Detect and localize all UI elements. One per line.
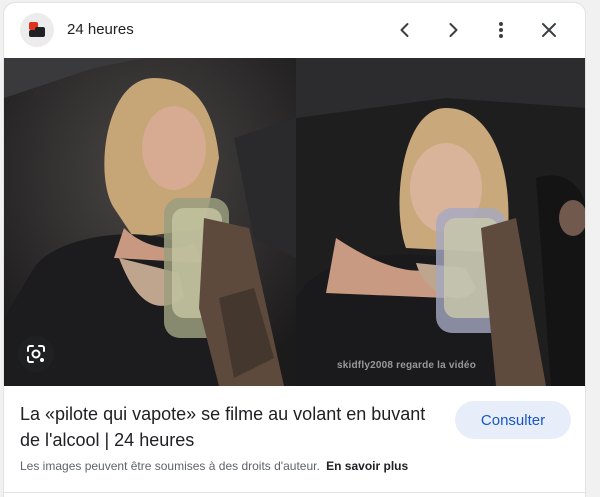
site-logo[interactable] [20,13,54,47]
learn-more-link[interactable]: En savoir plus [326,459,408,473]
visit-button[interactable]: Consulter [455,401,571,439]
copyright-text: Les images peuvent être soumises à des d… [20,459,320,473]
video-frame-right [296,58,585,386]
google-lens-icon [27,345,45,363]
preview-image[interactable]: skidfly2008 regarde la vidéo [4,58,585,386]
copyright-notice: Les images peuvent être soumises à des d… [20,459,408,473]
lens-search-button[interactable] [18,336,54,372]
panel-header: 24 heures [4,3,585,58]
site-name[interactable]: 24 heures [67,21,134,38]
close-button[interactable] [534,15,564,45]
previous-button[interactable] [390,15,420,45]
result-title[interactable]: La «pilote qui vapote» se filme au volan… [20,401,440,453]
chevron-left-icon [400,23,409,37]
image-preview-panel: 24 heures skidfly2008 regarde la vidéo L… [3,2,586,497]
chevron-right-icon [449,23,458,37]
more-vert-icon [499,22,503,38]
divider [4,492,585,493]
24-heures-logo-icon [29,22,45,37]
more-options-button[interactable] [486,15,516,45]
video-frame-left [4,58,296,386]
video-watermark: skidfly2008 regarde la vidéo [337,360,477,371]
close-icon [542,23,556,37]
next-button[interactable] [438,15,468,45]
